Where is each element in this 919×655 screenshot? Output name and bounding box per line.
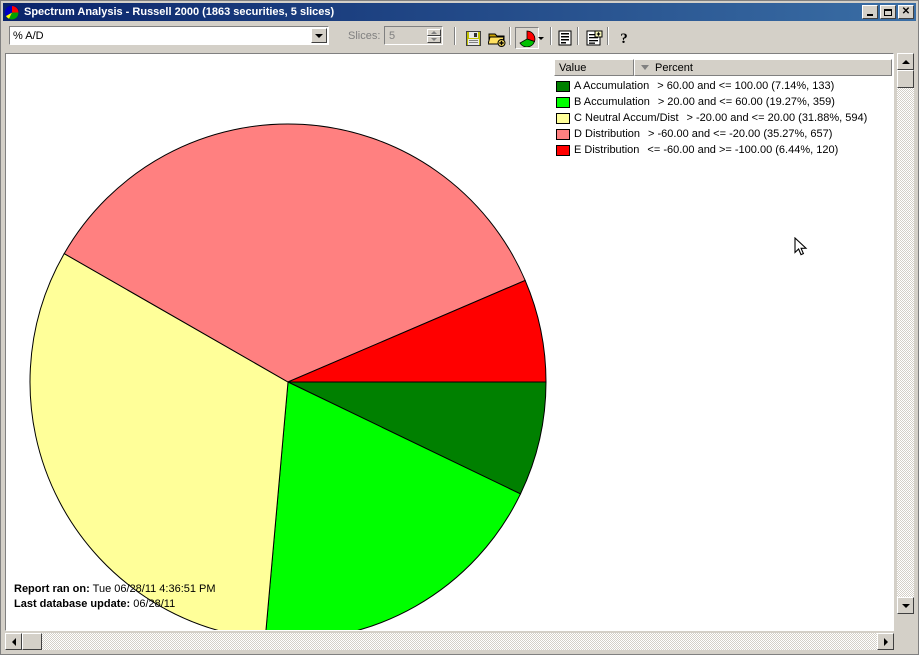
chevron-down-icon (537, 36, 544, 40)
vertical-scrollbar[interactable] (897, 53, 914, 631)
metric-select[interactable]: % A/D (9, 26, 329, 45)
slices-stepper-buttons (427, 28, 441, 43)
legend-row-range: > 20.00 and <= 60.00 (19.27%, 359) (657, 96, 835, 108)
legend-row-label: C Neutral Accum/Dist (574, 112, 679, 124)
spectrum-analysis-window: Spectrum Analysis - Russell 2000 (1863 s… (0, 0, 919, 655)
legend-row-range: > -20.00 and <= 20.00 (31.88%, 594) (686, 112, 868, 124)
legend-header: Value Percent (554, 59, 892, 76)
horizontal-scroll-thumb[interactable] (22, 633, 42, 650)
legend-row[interactable]: C Neutral Accum/Dist > -20.00 and <= 20.0… (554, 110, 892, 126)
slices-decrement-button[interactable] (427, 35, 441, 43)
vertical-scroll-thumb[interactable] (897, 70, 914, 88)
legend-column-percent-label: Percent (655, 61, 693, 74)
close-button[interactable]: ✕ (898, 5, 914, 19)
scrollbar-corner (897, 633, 914, 650)
toolbar-separator (509, 27, 511, 45)
legend-rows: A Accumulation > 60.00 and <= 100.00 (7.1… (554, 76, 892, 158)
chevron-up-icon (901, 59, 910, 64)
report-view-button[interactable] (553, 27, 577, 49)
legend-row-range: <= -60.00 and >= -100.00 (6.44%, 120) (647, 144, 839, 156)
legend-color-swatch (556, 112, 570, 124)
scroll-up-button[interactable] (897, 53, 914, 70)
horizontal-scrollbar[interactable] (5, 633, 894, 650)
chart-legend: Value Percent A Accumulation > 60.00 and … (554, 59, 892, 156)
scroll-down-button[interactable] (897, 597, 914, 614)
legend-column-percent[interactable]: Percent (634, 59, 892, 76)
chevron-down-icon (431, 37, 437, 41)
maximize-button[interactable] (880, 5, 896, 19)
pie-chart-icon (4, 5, 20, 20)
legend-row-label: D Distribution (574, 128, 641, 140)
report-ran-value: Tue 06/28/11 4:36:51 PM (92, 583, 216, 595)
close-icon: ✕ (901, 6, 911, 17)
toolbar-separator (550, 27, 552, 45)
open-add-button[interactable] (485, 27, 509, 49)
report-footer: Report ran on: Tue 06/28/11 4:36:51 PM L… (14, 582, 514, 612)
legend-color-swatch (556, 144, 570, 156)
legend-color-swatch (556, 80, 570, 92)
last-update-label: Last database update: (14, 598, 131, 610)
chevron-down-icon (901, 603, 910, 608)
slices-stepper[interactable]: 5 (384, 26, 443, 45)
chevron-down-icon (315, 33, 323, 38)
legend-row-label: A Accumulation (574, 80, 650, 92)
toolbar-separator (577, 27, 579, 45)
slices-value: 5 (389, 29, 396, 42)
help-button[interactable]: ? (612, 27, 636, 49)
scroll-right-button[interactable] (877, 633, 894, 650)
scroll-left-button[interactable] (5, 633, 22, 650)
window-title: Spectrum Analysis - Russell 2000 (1863 s… (24, 6, 335, 18)
vertical-scroll-track[interactable] (897, 70, 914, 597)
legend-row[interactable]: E Distribution <= -60.00 and >= -100.00 (… (554, 142, 892, 158)
legend-color-swatch (556, 128, 570, 140)
minimize-icon (867, 13, 873, 16)
legend-color-swatch (556, 96, 570, 108)
legend-row-label: B Accumulation (574, 96, 650, 108)
svg-text:?: ? (620, 31, 628, 46)
legend-row-range: > -60.00 and <= -20.00 (35.27%, 657) (648, 128, 833, 140)
toolbar-separator (454, 27, 456, 45)
last-update-line: Last database update: 06/28/11 (14, 597, 514, 612)
minimize-button[interactable] (862, 5, 878, 19)
chart-canvas[interactable]: Value Percent A Accumulation > 60.00 and … (5, 53, 894, 631)
metric-select-value: % A/D (13, 29, 44, 42)
slices-increment-button[interactable] (427, 28, 441, 36)
title-bar[interactable]: Spectrum Analysis - Russell 2000 (1863 s… (3, 3, 916, 21)
chart-type-dropdown-button[interactable] (534, 27, 547, 49)
legend-column-value[interactable]: Value (554, 59, 634, 76)
legend-row[interactable]: A Accumulation > 60.00 and <= 100.00 (7.1… (554, 78, 892, 94)
toolbar: % A/D Slices: 5 ? (3, 23, 916, 50)
report-ran-line: Report ran on: Tue 06/28/11 4:36:51 PM (14, 582, 514, 597)
maximize-icon (884, 8, 892, 16)
chevron-up-icon (431, 30, 437, 34)
report-ran-label: Report ran on: (14, 583, 90, 595)
add-report-button[interactable] (582, 27, 606, 49)
chevron-left-icon (11, 637, 16, 646)
last-update-value: 06/28/11 (133, 598, 176, 610)
save-button[interactable] (461, 27, 485, 49)
client-area: Value Percent A Accumulation > 60.00 and … (3, 51, 916, 652)
horizontal-scroll-track[interactable] (22, 633, 877, 650)
sort-descending-icon (641, 65, 649, 70)
chevron-right-icon (883, 637, 888, 646)
window-controls: ✕ (862, 5, 914, 19)
toolbar-separator (607, 27, 609, 45)
legend-row[interactable]: D Distribution > -60.00 and <= -20.00 (35… (554, 126, 892, 142)
slices-label: Slices: (348, 30, 381, 42)
metric-select-dropdown-button[interactable] (311, 28, 327, 43)
legend-row-range: > 60.00 and <= 100.00 (7.14%, 133) (657, 80, 835, 92)
legend-row-label: E Distribution (574, 144, 640, 156)
legend-row[interactable]: B Accumulation > 20.00 and <= 60.00 (19.2… (554, 94, 892, 110)
